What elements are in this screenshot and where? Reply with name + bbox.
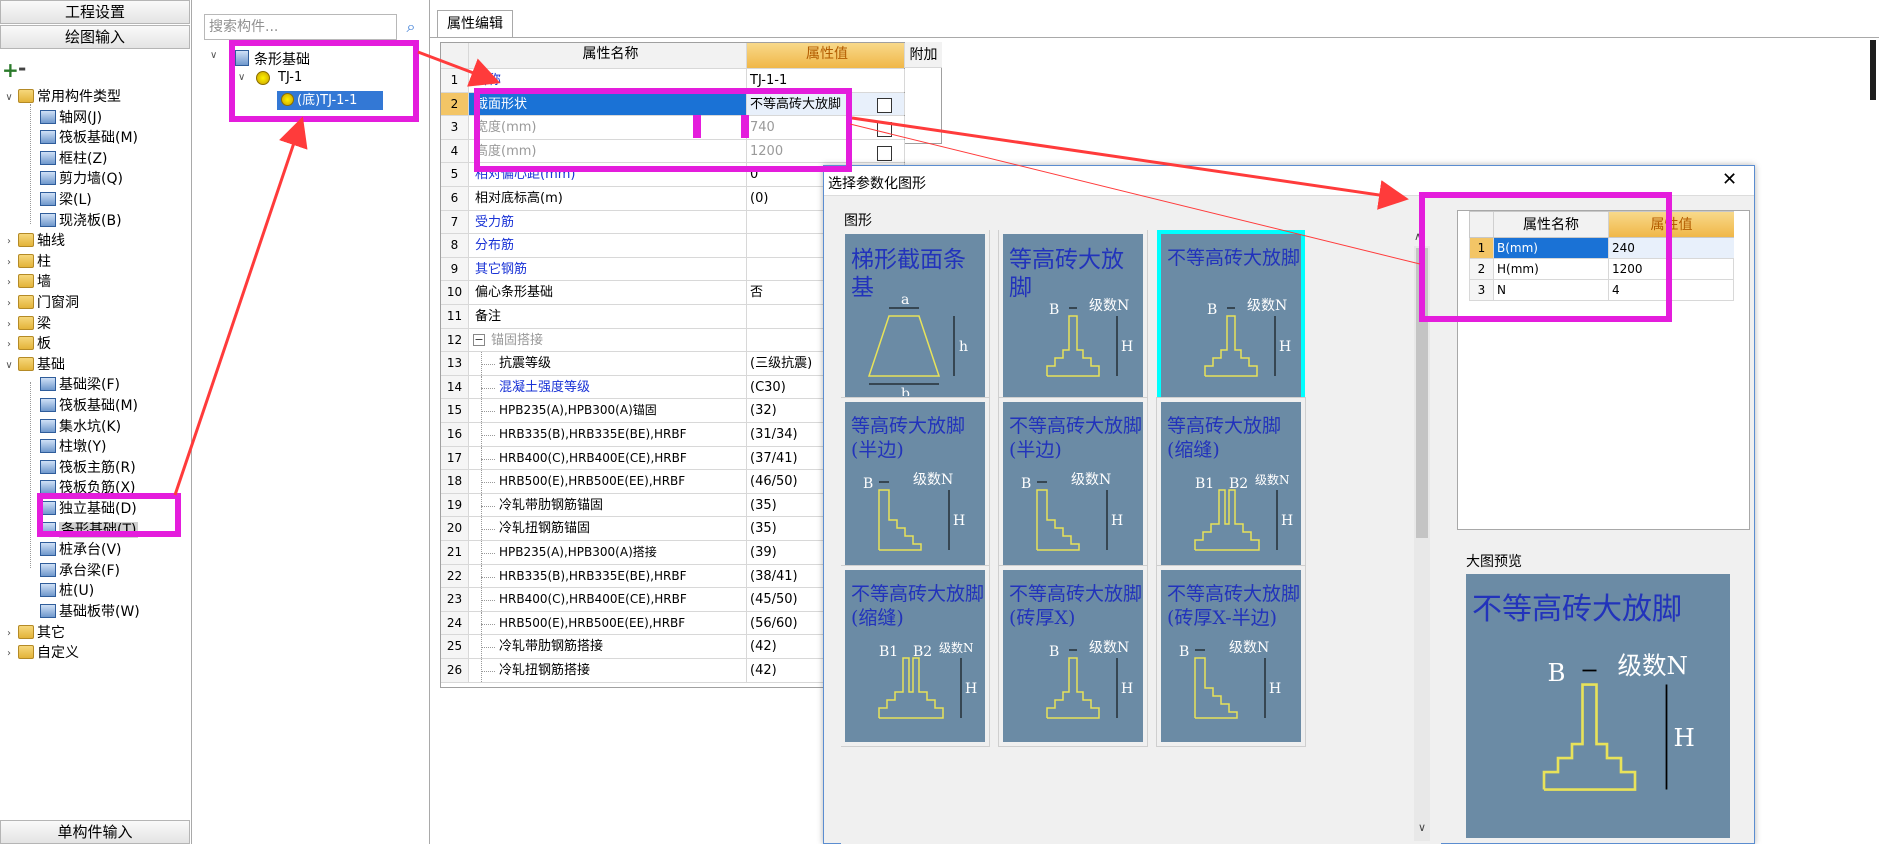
annotation-arrows [173, 50, 1421, 496]
arrow-grid-to-params [851, 116, 1409, 210]
arrow-thin-line [849, 123, 1421, 265]
arrow-left-to-tree [173, 116, 308, 496]
arrow-tree-to-grid [417, 50, 501, 87]
